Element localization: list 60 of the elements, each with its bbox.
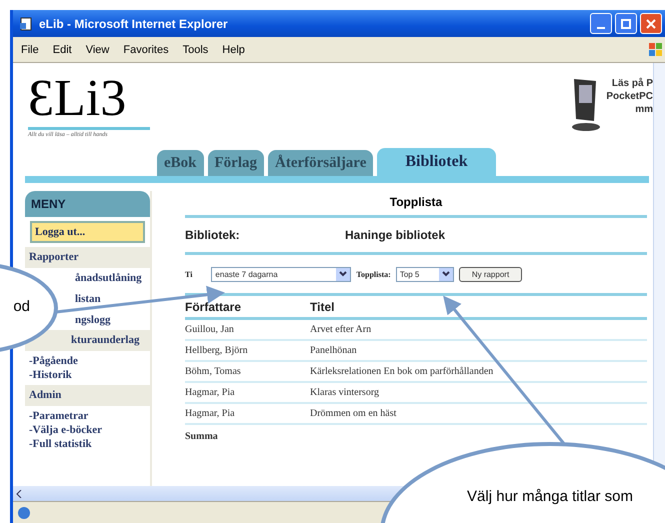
column-header: Titel — [310, 300, 336, 314]
sidebar-link[interactable]: ånadsutlåning — [75, 272, 142, 284]
sidebar-heading[interactable]: kturaunderlag — [71, 334, 140, 347]
page-icon — [19, 16, 33, 30]
dropdown-chevron-icon — [339, 271, 348, 277]
sidebar-heading[interactable]: Admin — [29, 389, 62, 402]
sidebar-title: MENY — [25, 191, 150, 217]
table-cell-text: Hagmar, Pia — [185, 408, 236, 419]
sidebar-link[interactable]: -Parametrar — [29, 410, 88, 422]
report-title: Topplista — [390, 195, 442, 211]
logo: ƐLi3 — [28, 71, 150, 130]
sidebar-heading[interactable]: Rapporter — [29, 251, 78, 264]
table-cell-text: Böhm, Tomas — [185, 366, 242, 377]
sidebar-link[interactable]: -Full statistik — [29, 438, 92, 450]
minimize-icon — [597, 26, 605, 28]
sidebar-link[interactable]: ngslogg — [75, 314, 110, 326]
menu-item[interactable]: Edit — [52, 44, 72, 56]
table-cell-text: Arvet efter Arn — [310, 324, 372, 335]
table-cell-text: Hellberg, Björn — [185, 345, 249, 356]
nav-tab[interactable]: Bibliotek — [377, 148, 496, 176]
table-cell-text: Klaras vintersorg — [310, 387, 380, 398]
table-cell-text: Panelhönan — [310, 345, 358, 356]
library-label: Bibliotek: — [185, 228, 241, 242]
window-title: eLib - Microsoft Internet Explorer — [39, 16, 228, 30]
promo-text: mm — [635, 103, 653, 116]
menu-item[interactable]: Help — [222, 44, 245, 56]
period-select[interactable]: enaste 7 dagarna — [211, 266, 352, 282]
sidebar-link[interactable]: listan — [75, 293, 101, 305]
sidebar-link[interactable]: -Välja e-böcker — [29, 424, 102, 436]
menu-item[interactable]: Favorites — [123, 44, 169, 56]
total-label: Summa — [185, 430, 219, 442]
promo-text: PocketPC — [606, 90, 653, 103]
menu-item[interactable]: File — [21, 44, 39, 56]
sidebar-link[interactable]: -Historik — [29, 369, 72, 381]
close-icon — [646, 18, 656, 28]
library-name: Haninge bibliotek — [345, 228, 446, 242]
menu-item[interactable]: Tools — [182, 44, 208, 56]
dropdown-chevron-icon — [442, 271, 450, 277]
menu-item[interactable]: View — [86, 44, 110, 56]
table-cell-text: Drömmen om en häst — [310, 408, 398, 419]
callout-text: Välj hur många titlar som — [467, 488, 633, 507]
toplist-label: Topplista: — [356, 270, 391, 278]
sidebar-link[interactable]: -Pågående — [29, 355, 78, 367]
table-cell-text: Guillou, Jan — [185, 324, 235, 335]
logout-link[interactable]: Logga ut... — [30, 221, 145, 243]
column-header: Författare — [185, 300, 242, 314]
table-cell-text: Hagmar, Pia — [185, 387, 236, 398]
close-button[interactable] — [640, 13, 662, 34]
new-report-button[interactable]: Ny rapport — [458, 266, 522, 282]
maximize-icon — [621, 18, 631, 28]
callout-text: od — [13, 298, 30, 317]
period-label: Ti — [185, 270, 192, 278]
scroll-left-icon[interactable] — [16, 490, 22, 498]
maximize-button[interactable] — [615, 13, 637, 34]
table-cell-text: Kärleksrelationen En bok om parförhållanden — [310, 366, 494, 377]
toplist-select[interactable]: Top 5 — [396, 266, 454, 282]
windows-flag-icon — [648, 42, 664, 58]
promo-text: Läs på P — [612, 77, 653, 90]
minimize-button[interactable] — [590, 13, 612, 34]
ie-page-icon — [17, 506, 31, 520]
